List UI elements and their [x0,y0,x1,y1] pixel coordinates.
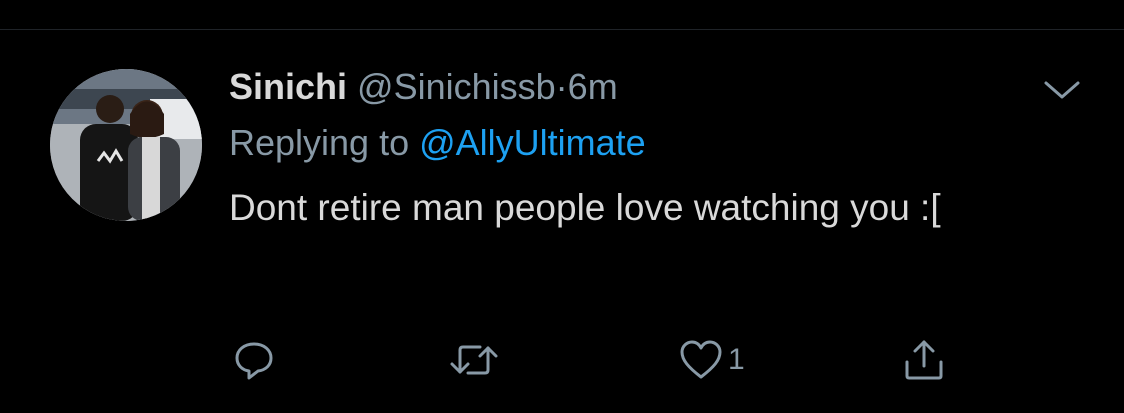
tweet-header: Sinichi @Sinichissb·6m [229,62,1089,112]
share-button[interactable] [900,330,948,390]
like-button[interactable]: 1 [678,330,745,390]
avatar-photo [50,69,202,221]
timestamp[interactable]: 6m [568,66,618,107]
avatar[interactable] [50,69,202,221]
replying-to-label: Replying to [229,122,410,163]
user-handle[interactable]: @Sinichissb [357,66,556,107]
tweet-content: Sinichi @Sinichissb·6m Replying to @Ally… [229,62,1089,238]
separator-dot: · [555,66,568,107]
more-options-button[interactable] [1040,75,1084,105]
share-icon [905,340,943,380]
heart-icon [680,340,722,379]
reply-button[interactable] [232,330,276,390]
divider [0,29,1124,30]
replying-to-mention[interactable]: @AllyUltimate [419,122,646,163]
display-name[interactable]: Sinichi [229,66,347,107]
retweet-button[interactable] [448,330,500,390]
tweet[interactable]: Sinichi @Sinichissb·6m Replying to @Ally… [0,0,1124,413]
like-count: 1 [728,343,745,376]
chevron-down-icon [1044,81,1080,99]
reply-bubble-icon [235,342,273,380]
tweet-actions: 1 [0,330,1124,390]
replying-to-line: Replying to @AllyUltimate [229,118,1089,168]
retweet-icon [450,345,498,375]
tweet-text: Dont retire man people love watching you… [229,187,941,228]
